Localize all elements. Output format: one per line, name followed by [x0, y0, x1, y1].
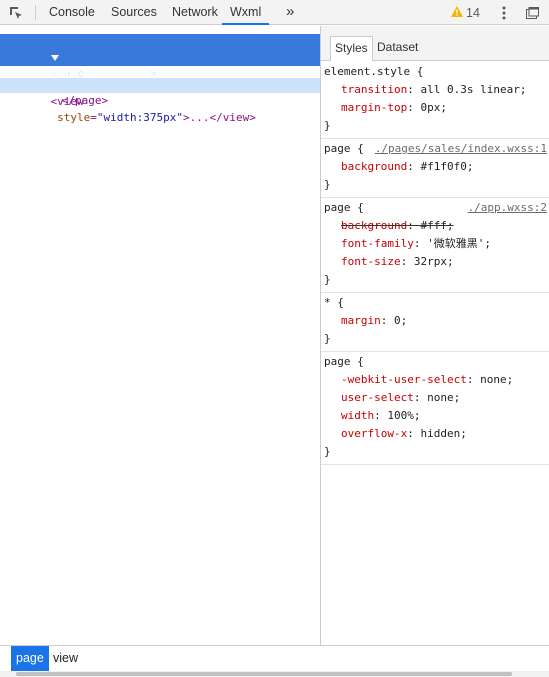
style-property[interactable]: background: #f1f0f0;: [324, 158, 549, 176]
style-property[interactable]: user-select: none;: [324, 389, 549, 407]
property-name[interactable]: background: [341, 219, 407, 232]
tab-wxml[interactable]: Wxml: [222, 0, 270, 25]
warning-icon: [451, 5, 463, 20]
tag-rest: >...</view>: [182, 111, 256, 124]
warning-count: 14: [466, 5, 480, 20]
style-property[interactable]: width: 100%;: [324, 407, 549, 425]
rule-close-brace: }: [324, 273, 331, 286]
dom-node-view[interactable]: <view style="width:375px">...</view>: [24, 62, 256, 124]
property-value[interactable]: 0px;: [420, 101, 447, 114]
property-value[interactable]: 0;: [394, 314, 407, 327]
property-value[interactable]: #fff;: [420, 219, 453, 232]
style-property[interactable]: font-family: '微软雅黑';: [324, 235, 549, 253]
tag-close: </page>: [61, 94, 109, 107]
style-property[interactable]: -webkit-user-select: none;: [324, 371, 549, 389]
style-property[interactable]: margin: 0;: [324, 312, 549, 330]
rule-source-link[interactable]: ./pages/sales/index.wxss:1: [375, 140, 547, 158]
property-name[interactable]: font-family: [341, 237, 414, 250]
rule-close-brace: }: [324, 445, 331, 458]
rule-selector: page {: [324, 355, 364, 368]
tab-dataset[interactable]: Dataset: [373, 36, 422, 61]
property-value[interactable]: none;: [427, 391, 460, 404]
scrollbar-thumb[interactable]: [16, 672, 512, 676]
rule-selector: element.style {: [324, 65, 424, 78]
warning-indicator[interactable]: 14: [451, 0, 480, 25]
horizontal-scrollbar[interactable]: [0, 671, 549, 677]
property-name[interactable]: width: [341, 409, 374, 422]
devtools-toolbar: Console Sources Network Wxml » 14: [0, 0, 549, 25]
rule-source-link[interactable]: ./app.wxss:2: [468, 199, 547, 217]
property-name[interactable]: font-size: [341, 255, 401, 268]
toolbar-separator: [35, 5, 36, 20]
styles-panel: Styles Dataset element.style { transition…: [321, 26, 549, 645]
style-property[interactable]: font-size: 32rpx;: [324, 253, 549, 271]
style-property[interactable]: transition: all 0.3s linear;: [324, 81, 549, 99]
style-rule: * { margin: 0;}: [321, 293, 549, 352]
wxml-tree-panel: <page style="transition: all 0.3s linear…: [0, 26, 320, 645]
property-name[interactable]: user-select: [341, 391, 414, 404]
style-rule: page {-webkit-user-select: none; user-sel…: [321, 352, 549, 465]
property-name[interactable]: -webkit-user-select: [341, 373, 467, 386]
kebab-menu-icon[interactable]: [496, 0, 512, 25]
style-rule: page {./pages/sales/index.wxss:1 backgrou…: [321, 139, 549, 198]
property-name[interactable]: margin: [341, 314, 381, 327]
style-rule: page {./app.wxss:2 background: #fff; font-…: [321, 198, 549, 293]
inspect-icon[interactable]: [6, 0, 26, 25]
property-value[interactable]: hidden;: [420, 427, 466, 440]
attr-name: style: [57, 111, 91, 124]
property-value[interactable]: 32rpx;: [414, 255, 454, 268]
property-value[interactable]: #f1f0f0;: [420, 160, 473, 173]
style-rule: element.style { transition: all 0.3s line…: [321, 62, 549, 139]
attr-value: "width:375px": [96, 111, 183, 124]
property-value[interactable]: none;: [480, 373, 513, 386]
rule-close-brace: }: [324, 332, 331, 345]
dock-icon[interactable]: [522, 0, 542, 25]
breadcrumb-item-view[interactable]: view: [48, 646, 83, 671]
dom-node-page-close[interactable]: </page>: [0, 78, 320, 107]
property-name[interactable]: margin-top: [341, 101, 407, 114]
tab-styles[interactable]: Styles: [330, 36, 373, 61]
property-value[interactable]: all 0.3s linear;: [420, 83, 526, 96]
more-tabs-icon[interactable]: »: [286, 0, 294, 25]
rule-close-brace: }: [324, 119, 331, 132]
rule-close-brace: }: [324, 178, 331, 191]
styles-subtabs: Styles Dataset: [321, 26, 549, 61]
breadcrumb: page view: [0, 645, 549, 671]
property-name[interactable]: overflow-x: [341, 427, 407, 440]
style-property[interactable]: overflow-x: hidden;: [324, 425, 549, 443]
style-property[interactable]: margin-top: 0px;: [324, 99, 549, 117]
tab-network[interactable]: Network: [172, 0, 218, 25]
property-value[interactable]: 100%;: [387, 409, 420, 422]
property-name[interactable]: transition: [341, 83, 407, 96]
style-property[interactable]: background: #fff;: [324, 217, 549, 235]
tab-console[interactable]: Console: [49, 0, 95, 25]
property-name[interactable]: background: [341, 160, 407, 173]
tab-sources[interactable]: Sources: [111, 0, 157, 25]
property-value[interactable]: '微软雅黑';: [427, 237, 491, 250]
rule-selector: * {: [324, 296, 344, 309]
style-rules-list: element.style { transition: all 0.3s line…: [321, 62, 549, 465]
breadcrumb-item-page[interactable]: page: [11, 646, 49, 671]
